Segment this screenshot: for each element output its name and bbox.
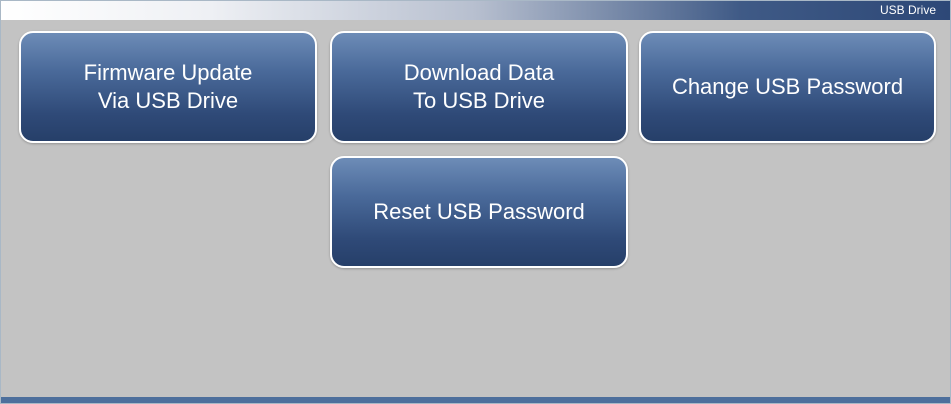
firmware-update-line2: Via USB Drive — [97, 88, 239, 113]
firmware-update-button[interactable]: Firmware Update Via USB Drive — [19, 31, 317, 143]
download-data-line1: Download Data — [403, 60, 555, 85]
download-data-button[interactable]: Download Data To USB Drive — [330, 31, 628, 143]
firmware-update-line1: Firmware Update — [83, 60, 253, 85]
change-usb-password-label: Change USB Password — [671, 74, 904, 99]
usb-drive-screen: USB Drive Firmware Update Via USB Drive … — [0, 0, 951, 404]
reset-usb-password-button[interactable]: Reset USB Password — [330, 156, 628, 268]
bottom-status-bar — [1, 397, 950, 403]
screen-title: USB Drive — [879, 3, 936, 17]
download-data-line2: To USB Drive — [412, 88, 546, 113]
change-usb-password-button[interactable]: Change USB Password — [639, 31, 936, 143]
firmware-update-label: Firmware Update Via USB Drive — [84, 59, 253, 115]
title-bar: USB Drive — [1, 1, 950, 20]
reset-usb-password-label: Reset USB Password — [373, 199, 585, 224]
download-data-label: Download Data To USB Drive — [404, 59, 554, 115]
